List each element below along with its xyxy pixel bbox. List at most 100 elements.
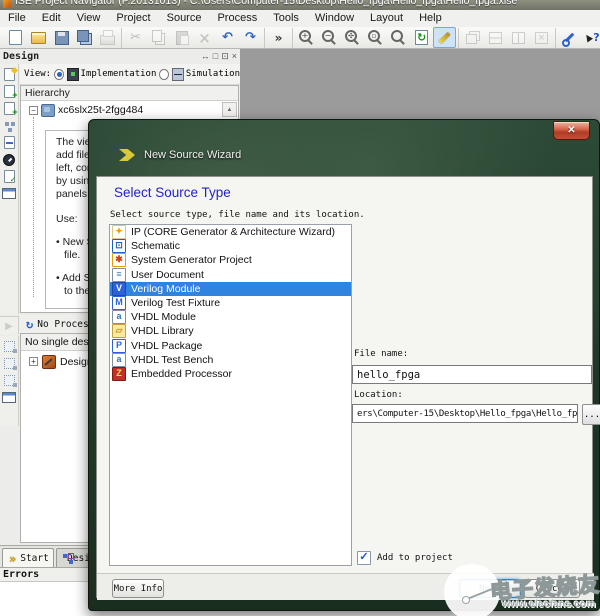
files-table-icon[interactable]: [1, 186, 18, 201]
source-type-schematic[interactable]: ⊡Schematic: [110, 239, 351, 253]
menu-tools[interactable]: Tools: [265, 10, 307, 27]
process-table-icon[interactable]: [1, 390, 18, 405]
zoom-out-icon[interactable]: [318, 27, 341, 48]
process-3-icon[interactable]: [1, 373, 18, 388]
embedded-processor-icon: Z: [112, 367, 126, 381]
dialog-heading: Select Source Type: [114, 185, 231, 200]
menu-edit[interactable]: Edit: [34, 10, 69, 27]
window-title: ISE Project Navigator (P.20131013) - C:\…: [15, 0, 517, 7]
implementation-icon: [67, 68, 79, 81]
tree-line: [33, 117, 34, 297]
source-type-vhdl-package[interactable]: PVHDL Package: [110, 339, 351, 353]
redo-icon[interactable]: [239, 27, 262, 48]
refresh-icon[interactable]: [410, 27, 433, 48]
source-type-vhdl-test-bench[interactable]: aVHDL Test Bench: [110, 353, 351, 367]
verilog-test-fixture-icon: M: [112, 296, 126, 310]
dialog-title: New Source Wizard: [144, 149, 241, 161]
source-type-embedded-processor[interactable]: ZEmbedded Processor: [110, 367, 351, 381]
save-all-icon[interactable]: [73, 27, 96, 48]
tile-horizontal-icon: [484, 27, 507, 48]
more-info-button[interactable]: More Info: [112, 579, 164, 598]
source-type-verilog-module[interactable]: VVerilog Module: [110, 282, 351, 296]
zoom-in-icon[interactable]: [295, 27, 318, 48]
hierarchy-header[interactable]: Hierarchy: [21, 86, 238, 101]
next-button[interactable]: Next: [459, 579, 521, 598]
system-generator-icon: ✱: [112, 253, 126, 267]
menu-file[interactable]: File: [0, 10, 34, 27]
help-pointer-icon[interactable]: [581, 27, 600, 48]
dialog-close-button[interactable]: ✕: [553, 121, 590, 140]
paste-icon: [170, 27, 193, 48]
wizard-arrow-icon: [119, 149, 135, 161]
source-type-vhdl-library[interactable]: ▱VHDL Library: [110, 324, 351, 338]
menu-window[interactable]: Window: [307, 10, 362, 27]
print-icon: [96, 27, 119, 48]
hierarchy-icon[interactable]: [1, 118, 18, 133]
menu-view[interactable]: View: [69, 10, 109, 27]
file-name-label: File name:: [354, 349, 408, 359]
menu-help[interactable]: Help: [411, 10, 450, 27]
copy-icon: [147, 27, 170, 48]
dialog-content: Select Source Type Select source type, f…: [96, 176, 593, 598]
file-name-input[interactable]: hello_fpga: [352, 365, 592, 384]
source-type-vhdl-module[interactable]: aVHDL Module: [110, 310, 351, 324]
cut-icon: [124, 27, 147, 48]
pan-icon[interactable]: [387, 27, 410, 48]
simulation-label: Simulation: [186, 69, 240, 79]
cancel-button[interactable]: Cancel: [524, 579, 580, 598]
panel-float-icon[interactable]: □: [213, 51, 218, 62]
check-icon[interactable]: [1, 169, 18, 184]
save-icon[interactable]: [50, 27, 73, 48]
panel-move-icon[interactable]: ↔: [201, 51, 210, 62]
source-type-ip-core-generator-architecture-wizard[interactable]: ✦IP (CORE Generator & Architecture Wizar…: [110, 225, 351, 239]
open-project-icon[interactable]: [27, 27, 50, 48]
zoom-region-icon[interactable]: [364, 27, 387, 48]
new-source-wizard-dialog: New Source Wizard ✕ Select Source Type S…: [88, 119, 600, 611]
source-type-system-generator-project[interactable]: ✱System Generator Project: [110, 253, 351, 267]
add-copy-of-source-icon[interactable]: [1, 101, 18, 116]
location-input[interactable]: ers\Computer-15\Desktop\Hello_fpga\Hello…: [352, 404, 578, 423]
add-to-project-checkbox[interactable]: ✓: [357, 551, 371, 565]
dialog-subheading: Select source type, file name and its lo…: [110, 210, 365, 220]
new-document-icon[interactable]: [4, 27, 27, 48]
add-to-project-label: Add to project: [377, 553, 453, 563]
collapse-icon[interactable]: −: [29, 106, 38, 115]
wrench-icon[interactable]: [558, 27, 581, 48]
toolbar-overflow-icon[interactable]: [267, 27, 290, 48]
menu-source[interactable]: Source: [159, 10, 210, 27]
undo-icon[interactable]: [216, 27, 239, 48]
implementation-radio[interactable]: [54, 69, 64, 80]
location-label: Location:: [354, 390, 403, 400]
new-source-wizard-icon[interactable]: [433, 27, 456, 48]
dialog-button-strip: More Info Next Cancel: [97, 573, 594, 600]
simulation-radio[interactable]: [159, 69, 169, 80]
browse-button[interactable]: ...: [582, 404, 600, 425]
source-type-list: ✦IP (CORE Generator & Architecture Wizar…: [109, 224, 352, 566]
panel-dock-icon[interactable]: ⊡: [221, 51, 229, 62]
run-process-icon[interactable]: [1, 320, 18, 333]
menu-process[interactable]: Process: [209, 10, 265, 27]
process-2-icon[interactable]: [1, 356, 18, 371]
new-source-icon[interactable]: [1, 67, 18, 82]
add-source-icon[interactable]: [1, 84, 18, 99]
process-1-icon[interactable]: [1, 339, 18, 354]
expand-icon[interactable]: +: [29, 357, 38, 366]
toolbar: [0, 27, 600, 49]
menu-project[interactable]: Project: [108, 10, 158, 27]
menu-bar: FileEditViewProjectSourceProcessToolsWin…: [0, 10, 600, 28]
zoom-full-icon[interactable]: [341, 27, 364, 48]
close-windows-icon: [530, 27, 553, 48]
menu-layout[interactable]: Layout: [362, 10, 411, 27]
ip-core-icon: ✦: [112, 225, 126, 239]
device-tree-row[interactable]: − xc6slx25t-2fgg484: [21, 103, 238, 117]
snapshot-icon[interactable]: [1, 152, 18, 167]
source-type-user-document[interactable]: ≡User Document: [110, 268, 351, 282]
library-icon[interactable]: [1, 135, 18, 150]
app-window: ISE Project Navigator (P.20131013) - C:\…: [0, 0, 600, 616]
cascade-windows-icon: [461, 27, 484, 48]
processes-running-icon: ↻: [26, 317, 33, 331]
vhdl-module-icon: a: [112, 310, 126, 324]
tab-start[interactable]: » Start: [2, 548, 54, 568]
panel-close-icon[interactable]: ×: [232, 51, 237, 62]
source-type-verilog-test-fixture[interactable]: MVerilog Test Fixture: [110, 296, 351, 310]
